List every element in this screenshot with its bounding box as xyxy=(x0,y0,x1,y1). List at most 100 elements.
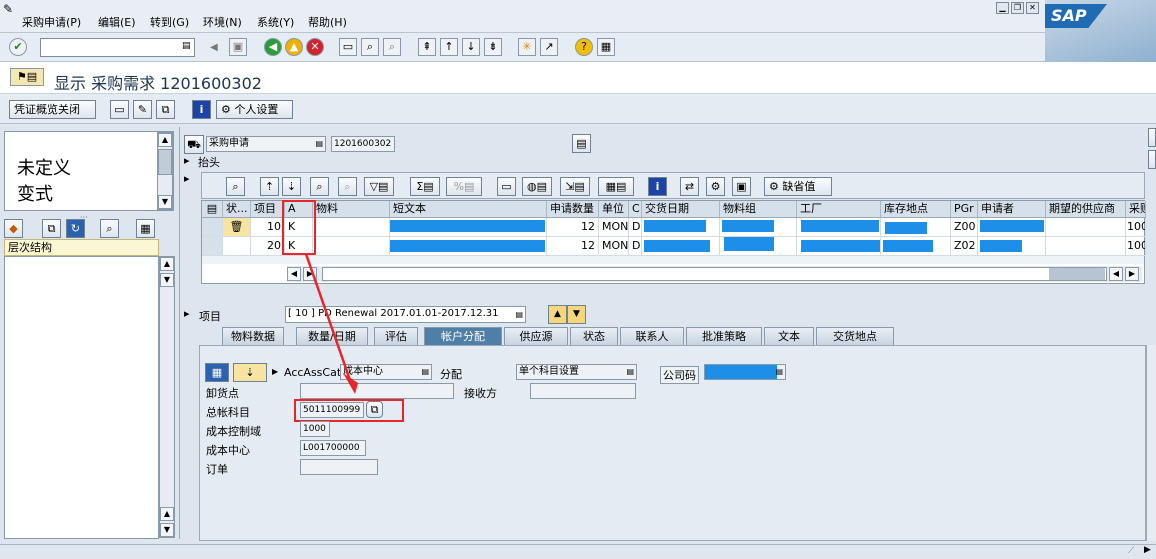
find-next-icon[interactable]: ⌕ xyxy=(383,38,401,56)
tree-find-icon[interactable]: ⌕ xyxy=(100,219,119,238)
tree-scroll-up-bottom-icon[interactable]: ▲ xyxy=(160,507,174,521)
row-2-unit[interactable]: MON xyxy=(599,237,629,256)
next-page-icon[interactable]: ↓ xyxy=(462,38,480,56)
row-2-requester[interactable] xyxy=(978,237,1046,256)
row-1-status[interactable]: 🗑 xyxy=(223,218,251,237)
shortcut-icon[interactable]: ↗ xyxy=(540,38,558,56)
menu-help[interactable]: 帮助(H) xyxy=(308,14,347,30)
back-icon[interactable]: ◀ xyxy=(264,38,282,56)
enter-check-icon[interactable]: ✔ xyxy=(9,38,27,56)
row-1-material-group[interactable] xyxy=(720,218,797,237)
col-header-pgr[interactable]: PGr xyxy=(951,201,978,218)
multi-account-icon[interactable]: ▦ xyxy=(205,363,229,382)
cancel-icon[interactable]: ✕ xyxy=(306,38,324,56)
transfer-icon[interactable]: ⇄ xyxy=(680,177,699,196)
row-1-requester[interactable] xyxy=(978,218,1046,237)
row-2-status[interactable] xyxy=(223,237,251,256)
row-1-item[interactable]: 10 xyxy=(251,218,285,237)
row-2-quantity[interactable]: 12 xyxy=(547,237,599,256)
row-2-storage-location[interactable] xyxy=(881,237,951,256)
row-2-material-group[interactable] xyxy=(720,237,797,256)
item-previous-icon[interactable]: ▲ xyxy=(548,305,567,324)
layout-icon[interactable]: ▦▤ xyxy=(598,177,634,196)
row-2-plant[interactable] xyxy=(797,237,881,256)
sort-desc-icon[interactable]: ⇣ xyxy=(282,177,301,196)
panel-vscrollbar[interactable] xyxy=(1146,345,1156,541)
col-header-status[interactable]: 状... xyxy=(223,201,251,218)
other-document-icon[interactable]: ⧉ xyxy=(156,100,175,119)
col-header-material-group[interactable]: 物料组 xyxy=(720,201,797,218)
sum-icon[interactable]: Σ▤ xyxy=(410,177,440,196)
col-header-short-text[interactable]: 短文本 xyxy=(390,201,547,218)
cart-icon[interactable]: ⛟ xyxy=(184,135,204,154)
subtotal-icon[interactable]: %▤ xyxy=(446,177,482,196)
col-header-requester[interactable]: 申请者 xyxy=(978,201,1046,218)
scroll-down-icon[interactable]: ▼ xyxy=(158,195,172,209)
row-2-c[interactable]: D xyxy=(629,237,642,256)
distribution-dropdown[interactable]: 单个科目设置 ▤ xyxy=(516,364,637,380)
col-header-c[interactable]: C xyxy=(629,201,642,218)
doc-number-field[interactable]: 1201600302 xyxy=(331,136,395,152)
export-icon[interactable]: ⇲▤ xyxy=(560,177,590,196)
filter-icon[interactable]: ▽▤ xyxy=(364,177,394,196)
row-1-purchasing[interactable]: 100 xyxy=(1126,218,1146,237)
command-history-icon[interactable]: ▤ xyxy=(182,41,191,51)
grid-scroll-track[interactable] xyxy=(322,267,1107,281)
row-2-delivery-date[interactable] xyxy=(642,237,720,256)
row-2-purchasing[interactable]: 100 xyxy=(1126,237,1146,256)
menu-purchase-requisition[interactable]: 采购申请(P) xyxy=(22,14,81,30)
new-document-icon[interactable]: ▭ xyxy=(110,100,129,119)
menu-environment[interactable]: 环境(N) xyxy=(203,14,242,30)
tree-scroll-down-bottom-icon[interactable]: ▼ xyxy=(160,523,174,537)
item-detail-expand-icon[interactable]: ▸ xyxy=(184,307,190,320)
row-2-selector[interactable] xyxy=(202,237,223,256)
edit-toggle-icon[interactable]: ✎ xyxy=(133,100,152,119)
scroll-up-icon[interactable]: ▲ xyxy=(158,133,172,147)
items-expand-icon[interactable]: ▸ xyxy=(184,172,190,185)
cost-center-field[interactable]: L001700000 xyxy=(300,440,366,456)
previous-page-icon[interactable]: ↑ xyxy=(440,38,458,56)
col-header-unit[interactable]: 单位 xyxy=(599,201,629,218)
first-page-icon[interactable]: ⇞ xyxy=(418,38,436,56)
tab-contact[interactable]: 联系人 xyxy=(620,327,684,345)
document-display-icon[interactable]: ⚑▤ xyxy=(10,68,44,86)
tree-scroll-down-icon[interactable]: ▼ xyxy=(160,273,174,287)
col-header-purchasing[interactable]: 采购 xyxy=(1126,201,1146,218)
selection-icon[interactable]: ◆ xyxy=(4,219,23,238)
doc-type-dropdown[interactable]: 采购申请 ▤ xyxy=(206,136,326,152)
row-1-storage-location[interactable] xyxy=(881,218,951,237)
copy-icon[interactable]: ⧉ xyxy=(42,219,61,238)
row-1-c[interactable]: D xyxy=(629,218,642,237)
command-field[interactable] xyxy=(40,38,195,57)
app-menu-icon[interactable]: ✎ xyxy=(3,2,13,16)
clipboard-icon[interactable]: ▣ xyxy=(732,177,751,196)
row-1-material[interactable] xyxy=(313,218,390,237)
close-overview-button[interactable]: 凭证概览关闭 xyxy=(9,100,96,119)
menu-edit[interactable]: 编辑(E) xyxy=(98,14,136,30)
tree-layout-icon[interactable]: ▦ xyxy=(136,219,155,238)
account-detail-icon[interactable]: ⇣ xyxy=(233,363,267,382)
row-2-pgr[interactable]: Z02 xyxy=(951,237,978,256)
back-triangle-icon[interactable]: ◀ xyxy=(210,42,218,53)
header-expand-icon[interactable]: ▸ xyxy=(184,154,190,167)
grid-find-icon[interactable]: ⌕ xyxy=(310,177,329,196)
layout-menu-icon[interactable]: ▦ xyxy=(597,38,615,56)
row-1-short-text[interactable] xyxy=(390,218,547,237)
col-header-item[interactable]: 项目 xyxy=(251,201,285,218)
recipient-field[interactable] xyxy=(530,383,636,399)
side-icon-2[interactable] xyxy=(1148,150,1156,169)
menu-system[interactable]: 系统(Y) xyxy=(257,14,294,30)
grid-scroll-thumb[interactable] xyxy=(1049,268,1105,280)
exit-icon[interactable]: ▲ xyxy=(285,38,303,56)
tab-material-data[interactable]: 物料数据 xyxy=(222,327,284,345)
row-1-desired-vendor[interactable] xyxy=(1046,218,1126,237)
status-expand-icon[interactable]: ▶ xyxy=(1144,545,1151,555)
row-2-desired-vendor[interactable] xyxy=(1046,237,1126,256)
grid-scroll-left-icon[interactable]: ◀ xyxy=(287,267,301,281)
row-1-plant[interactable] xyxy=(797,218,881,237)
refresh-icon[interactable]: ↻ xyxy=(66,219,85,238)
grid-info-icon[interactable]: i xyxy=(648,177,667,196)
print-icon[interactable]: ▭ xyxy=(339,38,357,56)
col-header-storage-location[interactable]: 库存地点 xyxy=(881,201,951,218)
info-icon[interactable]: i xyxy=(192,100,211,119)
